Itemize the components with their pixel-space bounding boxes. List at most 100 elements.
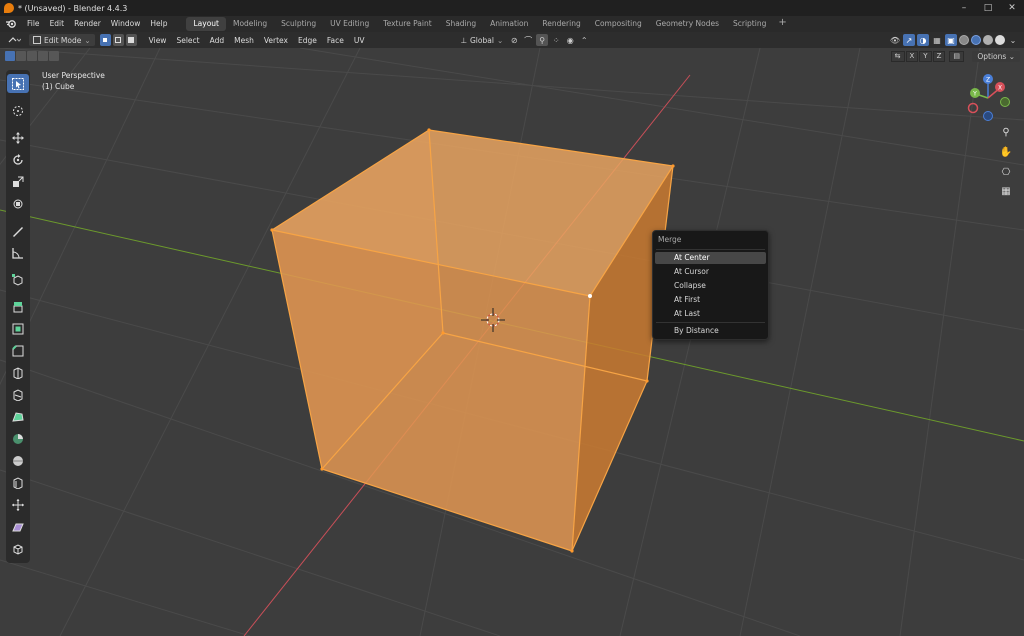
tool-scale[interactable] [7,172,29,191]
menu-uv[interactable]: UV [349,36,370,45]
merge-at-first[interactable]: At First [655,294,766,306]
pan-hand-icon[interactable]: ✋ [998,144,1014,160]
select-intersect-icon[interactable] [49,51,59,61]
mirror-x-toggle[interactable]: X [905,51,919,62]
tool-shear[interactable] [7,517,29,536]
merge-at-center[interactable]: At Center [655,252,766,264]
edge-select-mode-button[interactable] [112,34,124,46]
select-extend-icon[interactable] [16,51,26,61]
navigation-gizmo[interactable]: Z X Y [960,70,1016,126]
falloff-icon[interactable]: ⌃ [578,34,590,46]
pivot-point-icon[interactable]: ⊘ [508,34,520,46]
editor-type-button[interactable] [4,34,24,46]
snap-target-icon[interactable]: ⁘ [550,34,562,46]
tab-modeling[interactable]: Modeling [226,17,274,31]
proportional-edit-icon[interactable]: ◉ [564,34,576,46]
knife-icon [13,388,23,401]
menu-face[interactable]: Face [322,36,349,45]
tab-shading[interactable]: Shading [439,17,483,31]
tool-rotate[interactable] [7,150,29,169]
select-subtract-icon[interactable] [27,51,37,61]
mesh-overlay-icon[interactable]: ▦ [931,34,943,46]
vertex-select-mode-button[interactable] [99,34,111,46]
tool-shrink-fatten[interactable] [7,495,29,514]
tool-transform[interactable] [7,194,29,213]
tab-uv-editing[interactable]: UV Editing [323,17,376,31]
tool-smooth[interactable] [7,451,29,470]
xray-toggle-icon[interactable]: ▣ [945,34,957,46]
tool-spin[interactable] [7,429,29,448]
tab-geometry-nodes[interactable]: Geometry Nodes [649,17,726,31]
overlay-toggle-icon[interactable]: ◑ [917,34,929,46]
tool-extrude-region[interactable] [7,297,29,316]
active-vertex[interactable] [588,294,592,298]
tool-edge-slide[interactable] [7,473,29,492]
tool-select-box[interactable] [7,74,29,93]
options-dropdown[interactable]: Options ⌄ [972,51,1020,62]
blender-logo-icon[interactable] [0,16,22,32]
shading-options-icon[interactable]: ⌄ [1007,34,1019,46]
menu-render[interactable]: Render [69,16,106,32]
tab-animation[interactable]: Animation [483,17,535,31]
gizmo-neg-z-axis[interactable] [983,111,993,121]
merge-by-distance[interactable]: By Distance [655,325,766,337]
merge-collapse[interactable]: Collapse [655,280,766,292]
menu-mesh[interactable]: Mesh [229,36,259,45]
tool-loop-cut[interactable] [7,363,29,382]
tool-bevel[interactable] [7,341,29,360]
tab-layout[interactable]: Layout [186,17,226,31]
tool-annotate[interactable] [7,221,29,240]
snap-icon[interactable]: ⌒ [522,34,534,46]
merge-at-cursor[interactable]: At Cursor [655,266,766,278]
snap-toggle-icon[interactable]: ⚲ [536,34,549,46]
gizmo-toggle-icon[interactable]: ↗ [903,34,915,46]
selected-cube[interactable] [270,128,675,553]
tool-move[interactable] [7,128,29,147]
tab-texture-paint[interactable]: Texture Paint [376,17,438,31]
tool-rip-region[interactable] [7,539,29,558]
3d-viewport[interactable]: User Perspective (1) Cube ⇆ X Y Z ▤ Opti… [0,48,1024,636]
visibility-icon[interactable]: 👁 [889,34,901,46]
select-invert-icon[interactable] [38,51,48,61]
material-shading-icon[interactable] [983,35,993,45]
tool-inset-faces[interactable] [7,319,29,338]
wireframe-shading-icon[interactable] [959,35,969,45]
menu-edge[interactable]: Edge [293,36,322,45]
add-workspace-button[interactable]: + [773,17,791,31]
menu-add[interactable]: Add [205,36,230,45]
tool-add-cube[interactable] [7,270,29,289]
menu-help[interactable]: Help [145,16,172,32]
zoom-icon[interactable]: ⚲ [998,124,1014,140]
menu-file[interactable]: File [22,16,45,32]
maximize-button[interactable]: □ [976,0,1000,16]
minimize-button[interactable]: – [952,0,976,16]
tab-rendering[interactable]: Rendering [535,17,587,31]
menu-window[interactable]: Window [106,16,146,32]
menu-vertex[interactable]: Vertex [259,36,293,45]
menu-select[interactable]: Select [171,36,204,45]
transform-orientation-dropdown[interactable]: ⊥ Global ⌄ [457,34,506,46]
tab-scripting[interactable]: Scripting [726,17,773,31]
face-select-mode-button[interactable] [125,34,137,46]
menu-view[interactable]: View [144,36,172,45]
tool-cursor[interactable] [7,101,29,120]
mirror-z-toggle[interactable]: Z [932,51,946,62]
tool-knife[interactable] [7,385,29,404]
gizmo-neg-y-axis[interactable] [1000,97,1010,107]
tool-measure[interactable] [7,243,29,262]
camera-view-icon[interactable]: ⎔ [998,164,1014,180]
merge-at-last[interactable]: At Last [655,308,766,320]
gizmo-neg-x-axis[interactable] [967,102,979,114]
tool-poly-build[interactable] [7,407,29,426]
select-new-icon[interactable] [5,51,15,61]
mode-selector[interactable]: Edit Mode ⌄ [29,34,95,46]
tab-sculpting[interactable]: Sculpting [274,17,323,31]
tab-compositing[interactable]: Compositing [588,17,649,31]
perspective-grid-icon[interactable]: ▦ [998,183,1014,199]
mirror-y-toggle[interactable]: Y [919,51,932,62]
solid-shading-icon[interactable] [971,35,981,45]
close-button[interactable]: ✕ [1000,0,1024,16]
menu-edit[interactable]: Edit [45,16,70,32]
mesh-stats-icon[interactable]: ▤ [949,51,964,62]
rendered-shading-icon[interactable] [995,35,1005,45]
